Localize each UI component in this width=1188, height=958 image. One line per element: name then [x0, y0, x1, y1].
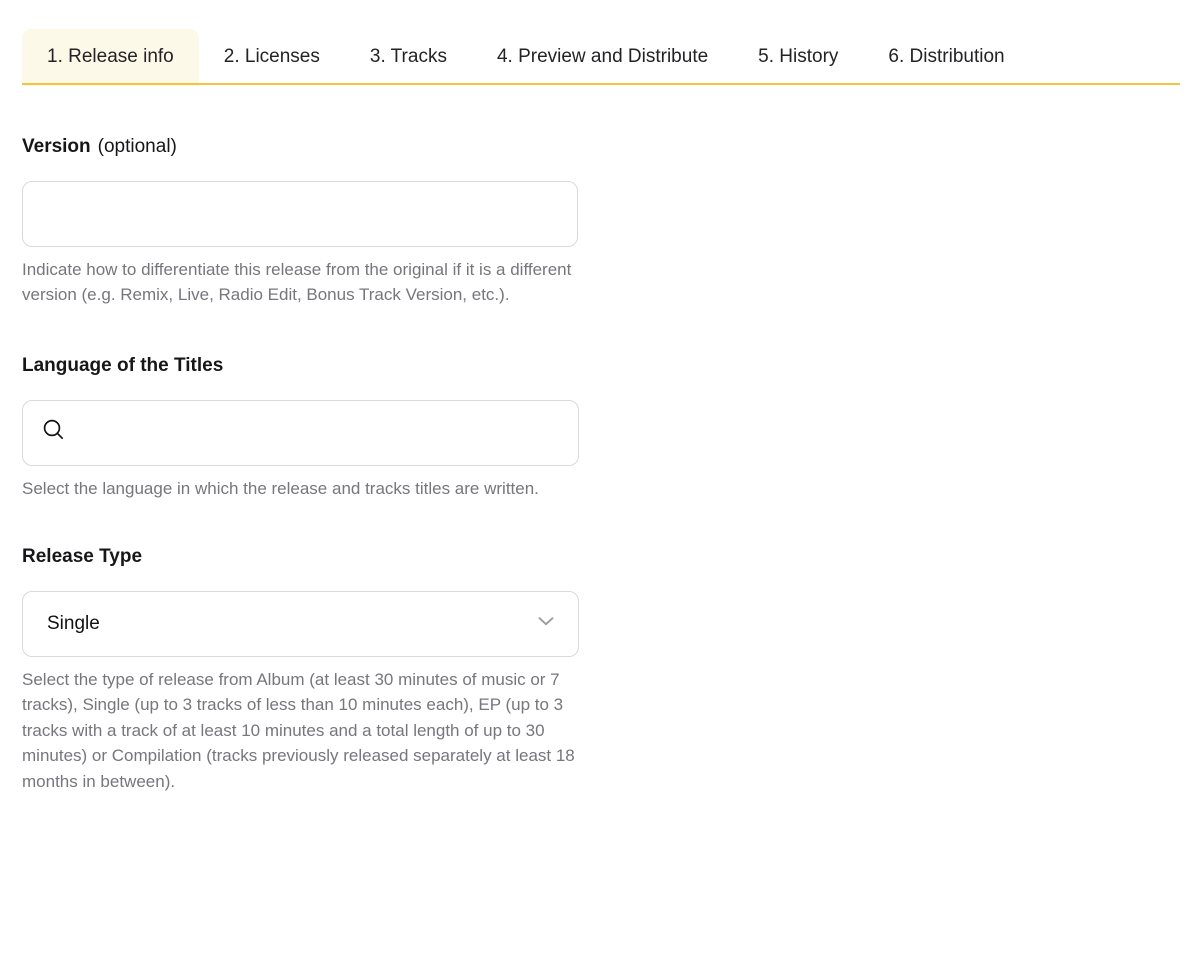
version-optional-note: (optional): [97, 136, 177, 157]
tab-list: 1. Release info 2. Licenses 3. Tracks 4.…: [22, 0, 1166, 88]
language-label: Language of the Titles: [22, 354, 224, 376]
field-release-type: Release Type Single Select the type of r…: [22, 546, 579, 794]
language-search-input[interactable]: [79, 400, 560, 465]
field-version: Version (optional) Indicate how to differ…: [22, 136, 578, 308]
language-help-text: Select the language in which the release…: [22, 478, 539, 498]
version-label: Version (optional): [22, 136, 578, 159]
wizard-tab-bar: 1. Release info 2. Licenses 3. Tracks 4.…: [0, 0, 1188, 88]
tab-bar-underline: [22, 83, 1180, 85]
language-search-box[interactable]: [22, 399, 579, 466]
tab-release-info[interactable]: 1. Release info: [22, 29, 199, 86]
release-type-selected-value: Single: [47, 612, 100, 634]
tab-history[interactable]: 5. History: [733, 29, 863, 86]
tab-preview-and-distribute[interactable]: 4. Preview and Distribute: [472, 29, 733, 86]
tab-licenses[interactable]: 2. Licenses: [199, 29, 345, 86]
field-language-of-titles: Language of the Titles Select the langua…: [22, 354, 579, 501]
release-type-select[interactable]: Single: [22, 590, 579, 657]
search-icon: [41, 417, 67, 448]
release-type-help-text: Select the type of release from Album (a…: [22, 669, 575, 791]
chevron-down-icon: [534, 609, 558, 638]
tab-distribution[interactable]: 6. Distribution: [863, 29, 1029, 86]
version-help-text: Indicate how to differentiate this relea…: [22, 259, 572, 305]
version-label-text: Version: [22, 136, 91, 157]
tab-tracks[interactable]: 3. Tracks: [345, 29, 472, 86]
release-info-form: Version (optional) Indicate how to differ…: [0, 136, 1188, 794]
release-type-label: Release Type: [22, 546, 143, 568]
version-input[interactable]: [22, 180, 578, 247]
